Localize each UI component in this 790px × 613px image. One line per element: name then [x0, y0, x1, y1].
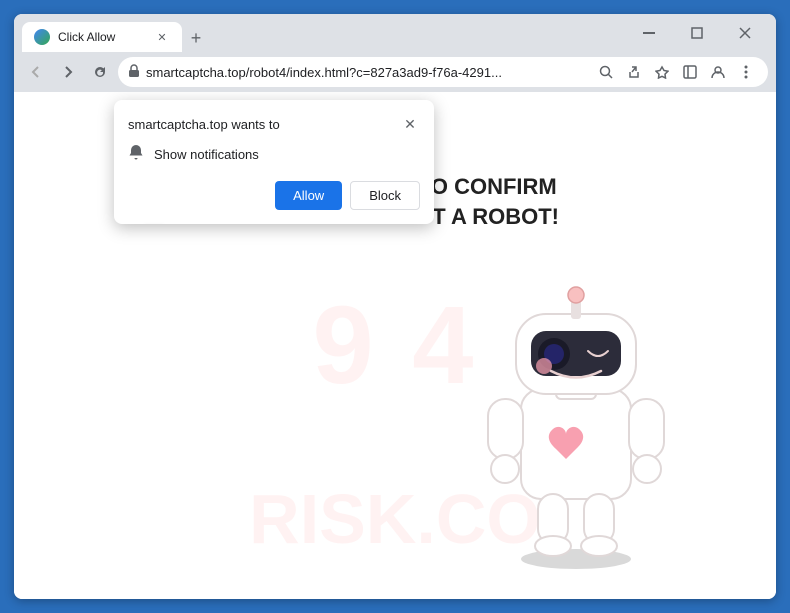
reload-button[interactable]: [86, 58, 114, 86]
notification-popup: smartcaptcha.top wants to ✕ Show notific…: [114, 100, 434, 224]
tab-bar: Click Allow ✕ +: [22, 14, 620, 52]
url-text: smartcaptcha.top/robot4/index.html?c=827…: [146, 65, 588, 80]
sidebar-icon-btn[interactable]: [678, 60, 702, 84]
share-icon-btn[interactable]: [622, 60, 646, 84]
tab-favicon: [34, 29, 50, 45]
minimize-button[interactable]: [626, 17, 672, 49]
browser-window: Click Allow ✕ +: [14, 14, 776, 599]
tab-close-button[interactable]: ✕: [154, 29, 170, 45]
popup-site-text: smartcaptcha.top wants to: [128, 117, 280, 132]
new-tab-button[interactable]: +: [182, 24, 210, 52]
forward-button[interactable]: [54, 58, 82, 86]
popup-actions: Allow Block: [114, 175, 434, 224]
search-icon-btn[interactable]: [594, 60, 618, 84]
page-content: 9 4 RISK.CO CLICK «ALLOW» TO CONFIRM THA…: [14, 92, 776, 599]
address-icons: [594, 60, 758, 84]
maximize-button[interactable]: [674, 17, 720, 49]
watermark-numbers: 9 4: [313, 282, 478, 409]
active-tab[interactable]: Click Allow ✕: [22, 22, 182, 52]
window-controls: [626, 17, 768, 49]
address-bar: smartcaptcha.top/robot4/index.html?c=827…: [14, 52, 776, 92]
lock-icon: [128, 64, 140, 81]
block-button[interactable]: Block: [350, 181, 420, 210]
close-button[interactable]: [722, 17, 768, 49]
menu-icon-btn[interactable]: [734, 60, 758, 84]
title-bar: Click Allow ✕ +: [14, 14, 776, 52]
profile-icon-btn[interactable]: [706, 60, 730, 84]
notification-label-text: Show notifications: [154, 147, 259, 162]
address-field[interactable]: smartcaptcha.top/robot4/index.html?c=827…: [118, 57, 768, 87]
popup-notification-row: Show notifications: [114, 140, 434, 175]
back-button[interactable]: [22, 58, 50, 86]
tab-title: Click Allow: [58, 30, 146, 44]
robot-illustration: [466, 259, 716, 589]
allow-button[interactable]: Allow: [275, 181, 342, 210]
popup-header: smartcaptcha.top wants to ✕: [114, 100, 434, 140]
popup-close-button[interactable]: ✕: [400, 114, 420, 134]
bell-icon: [128, 144, 144, 165]
bookmark-icon-btn[interactable]: [650, 60, 674, 84]
